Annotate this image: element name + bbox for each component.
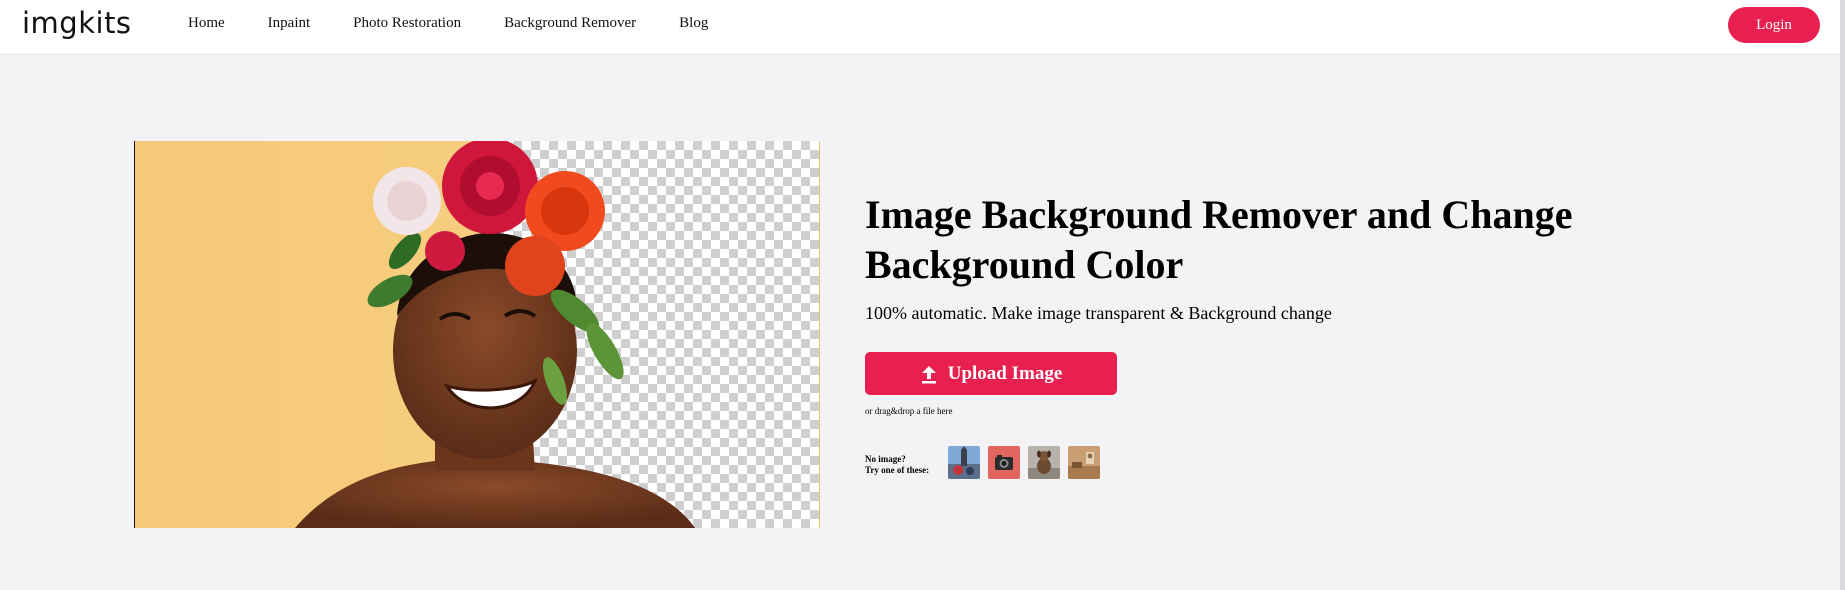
page-subtitle: 100% automatic. Make image transparent &… [865, 303, 1332, 323]
drag-drop-hint: or drag&drop a file here [865, 406, 953, 416]
nav-home[interactable]: Home [188, 15, 225, 32]
sample-image-1[interactable] [948, 446, 980, 479]
hero-demo-image [134, 141, 820, 528]
sample-images-label: No image? Try one of these: [865, 454, 929, 476]
upload-button-label: Upload Image [947, 362, 1063, 384]
sample-images [948, 446, 1108, 479]
nav-photo-restoration[interactable]: Photo Restoration [353, 15, 461, 32]
main-nav: Home Inpaint Photo Restoration Backgroun… [188, 15, 708, 32]
upload-image-button[interactable]: Upload Image [865, 352, 1117, 395]
nav-blog[interactable]: Blog [679, 15, 708, 32]
nav-inpaint[interactable]: Inpaint [268, 15, 311, 32]
sample-image-2[interactable] [988, 446, 1020, 479]
sample-label-line1: No image? [865, 454, 906, 464]
login-button[interactable]: Login [1728, 7, 1820, 43]
page-scrollbar[interactable] [1840, 0, 1845, 590]
top-header: imgkits Home Inpaint Photo Restoration B… [0, 0, 1840, 55]
logo[interactable]: imgkits [22, 6, 132, 40]
sample-label-line2: Try one of these: [865, 465, 930, 475]
nav-background-remover[interactable]: Background Remover [504, 15, 636, 32]
sample-image-4[interactable] [1068, 446, 1100, 479]
page-title: Image Background Remover and Change Back… [865, 192, 1573, 287]
upload-arrow-icon [920, 364, 938, 384]
sample-image-3[interactable] [1028, 446, 1060, 479]
